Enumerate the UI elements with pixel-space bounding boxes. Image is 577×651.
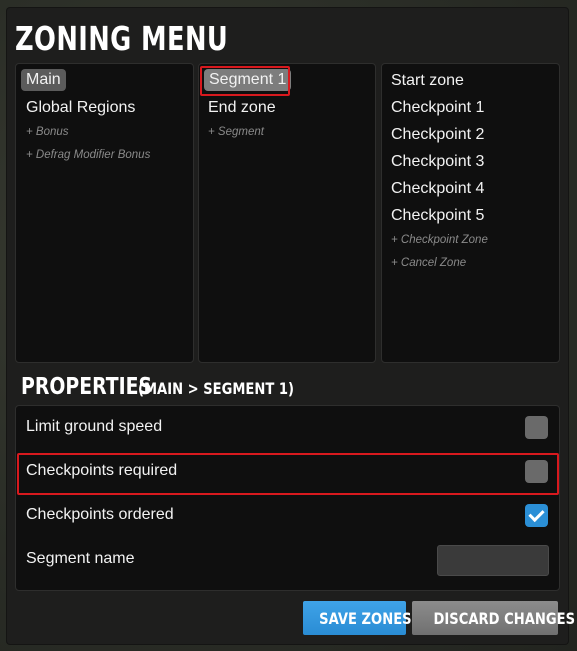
property-row-checkpoints-ordered: Checkpoints ordered xyxy=(16,494,559,538)
zone-item-checkpoint-5[interactable]: Checkpoint 5 xyxy=(391,206,484,226)
segments-list: Segment 1 End zone + Segment xyxy=(198,63,376,363)
property-row-limit-ground-speed: Limit ground speed xyxy=(16,406,559,450)
discard-changes-label: DISCARD CHANGES xyxy=(433,608,576,628)
property-label: Checkpoints required xyxy=(26,462,178,479)
zone-item-checkpoint-1[interactable]: Checkpoint 1 xyxy=(391,98,484,118)
add-defrag-modifier-bonus-button[interactable]: + Defrag Modifier Bonus xyxy=(26,148,150,162)
window-title: ZONING MENU xyxy=(15,19,229,58)
discard-changes-button[interactable]: DISCARD CHANGES xyxy=(412,601,575,635)
zone-item-start[interactable]: Start zone xyxy=(391,71,464,91)
property-label: Checkpoints ordered xyxy=(26,506,174,523)
save-zones-button[interactable]: SAVE ZONES xyxy=(303,601,412,635)
property-row-checkpoints-required: Checkpoints required xyxy=(16,450,559,494)
properties-box: Limit ground speed Checkpoints required … xyxy=(15,405,560,591)
segment-item-1[interactable]: Segment 1 xyxy=(204,69,292,91)
zone-item-checkpoint-2[interactable]: Checkpoint 2 xyxy=(391,125,484,145)
limit-ground-speed-checkbox[interactable] xyxy=(525,416,548,439)
zones-list: Start zone Checkpoint 1 Checkpoint 2 Che… xyxy=(381,63,560,363)
zone-item-checkpoint-4[interactable]: Checkpoint 4 xyxy=(391,179,484,199)
checkpoints-ordered-checkbox[interactable] xyxy=(525,504,548,527)
segment-name-input[interactable] xyxy=(437,545,549,576)
checkpoints-required-checkbox[interactable] xyxy=(525,460,548,483)
save-zones-label: SAVE ZONES xyxy=(319,608,412,628)
add-cancel-zone-button[interactable]: + Cancel Zone xyxy=(391,256,466,270)
add-bonus-button[interactable]: + Bonus xyxy=(26,125,69,139)
track-item-global-regions[interactable]: Global Regions xyxy=(26,98,135,118)
track-item-main[interactable]: Main xyxy=(21,69,66,91)
property-row-segment-name: Segment name xyxy=(16,538,559,582)
add-checkpoint-zone-button[interactable]: + Checkpoint Zone xyxy=(391,233,488,247)
zoning-menu-panel: ZONING MENU Main Global Regions + Bonus … xyxy=(7,8,575,644)
property-label: Limit ground speed xyxy=(26,418,163,435)
property-label: Segment name xyxy=(26,550,135,567)
add-segment-button[interactable]: + Segment xyxy=(208,125,264,139)
zone-item-checkpoint-3[interactable]: Checkpoint 3 xyxy=(391,152,484,172)
properties-context: (MAIN > SEGMENT 1) xyxy=(138,379,295,398)
properties-title: PROPERTIES xyxy=(21,374,153,400)
tracks-list: Main Global Regions + Bonus + Defrag Mod… xyxy=(15,63,194,363)
segment-item-end-zone[interactable]: End zone xyxy=(208,98,276,118)
